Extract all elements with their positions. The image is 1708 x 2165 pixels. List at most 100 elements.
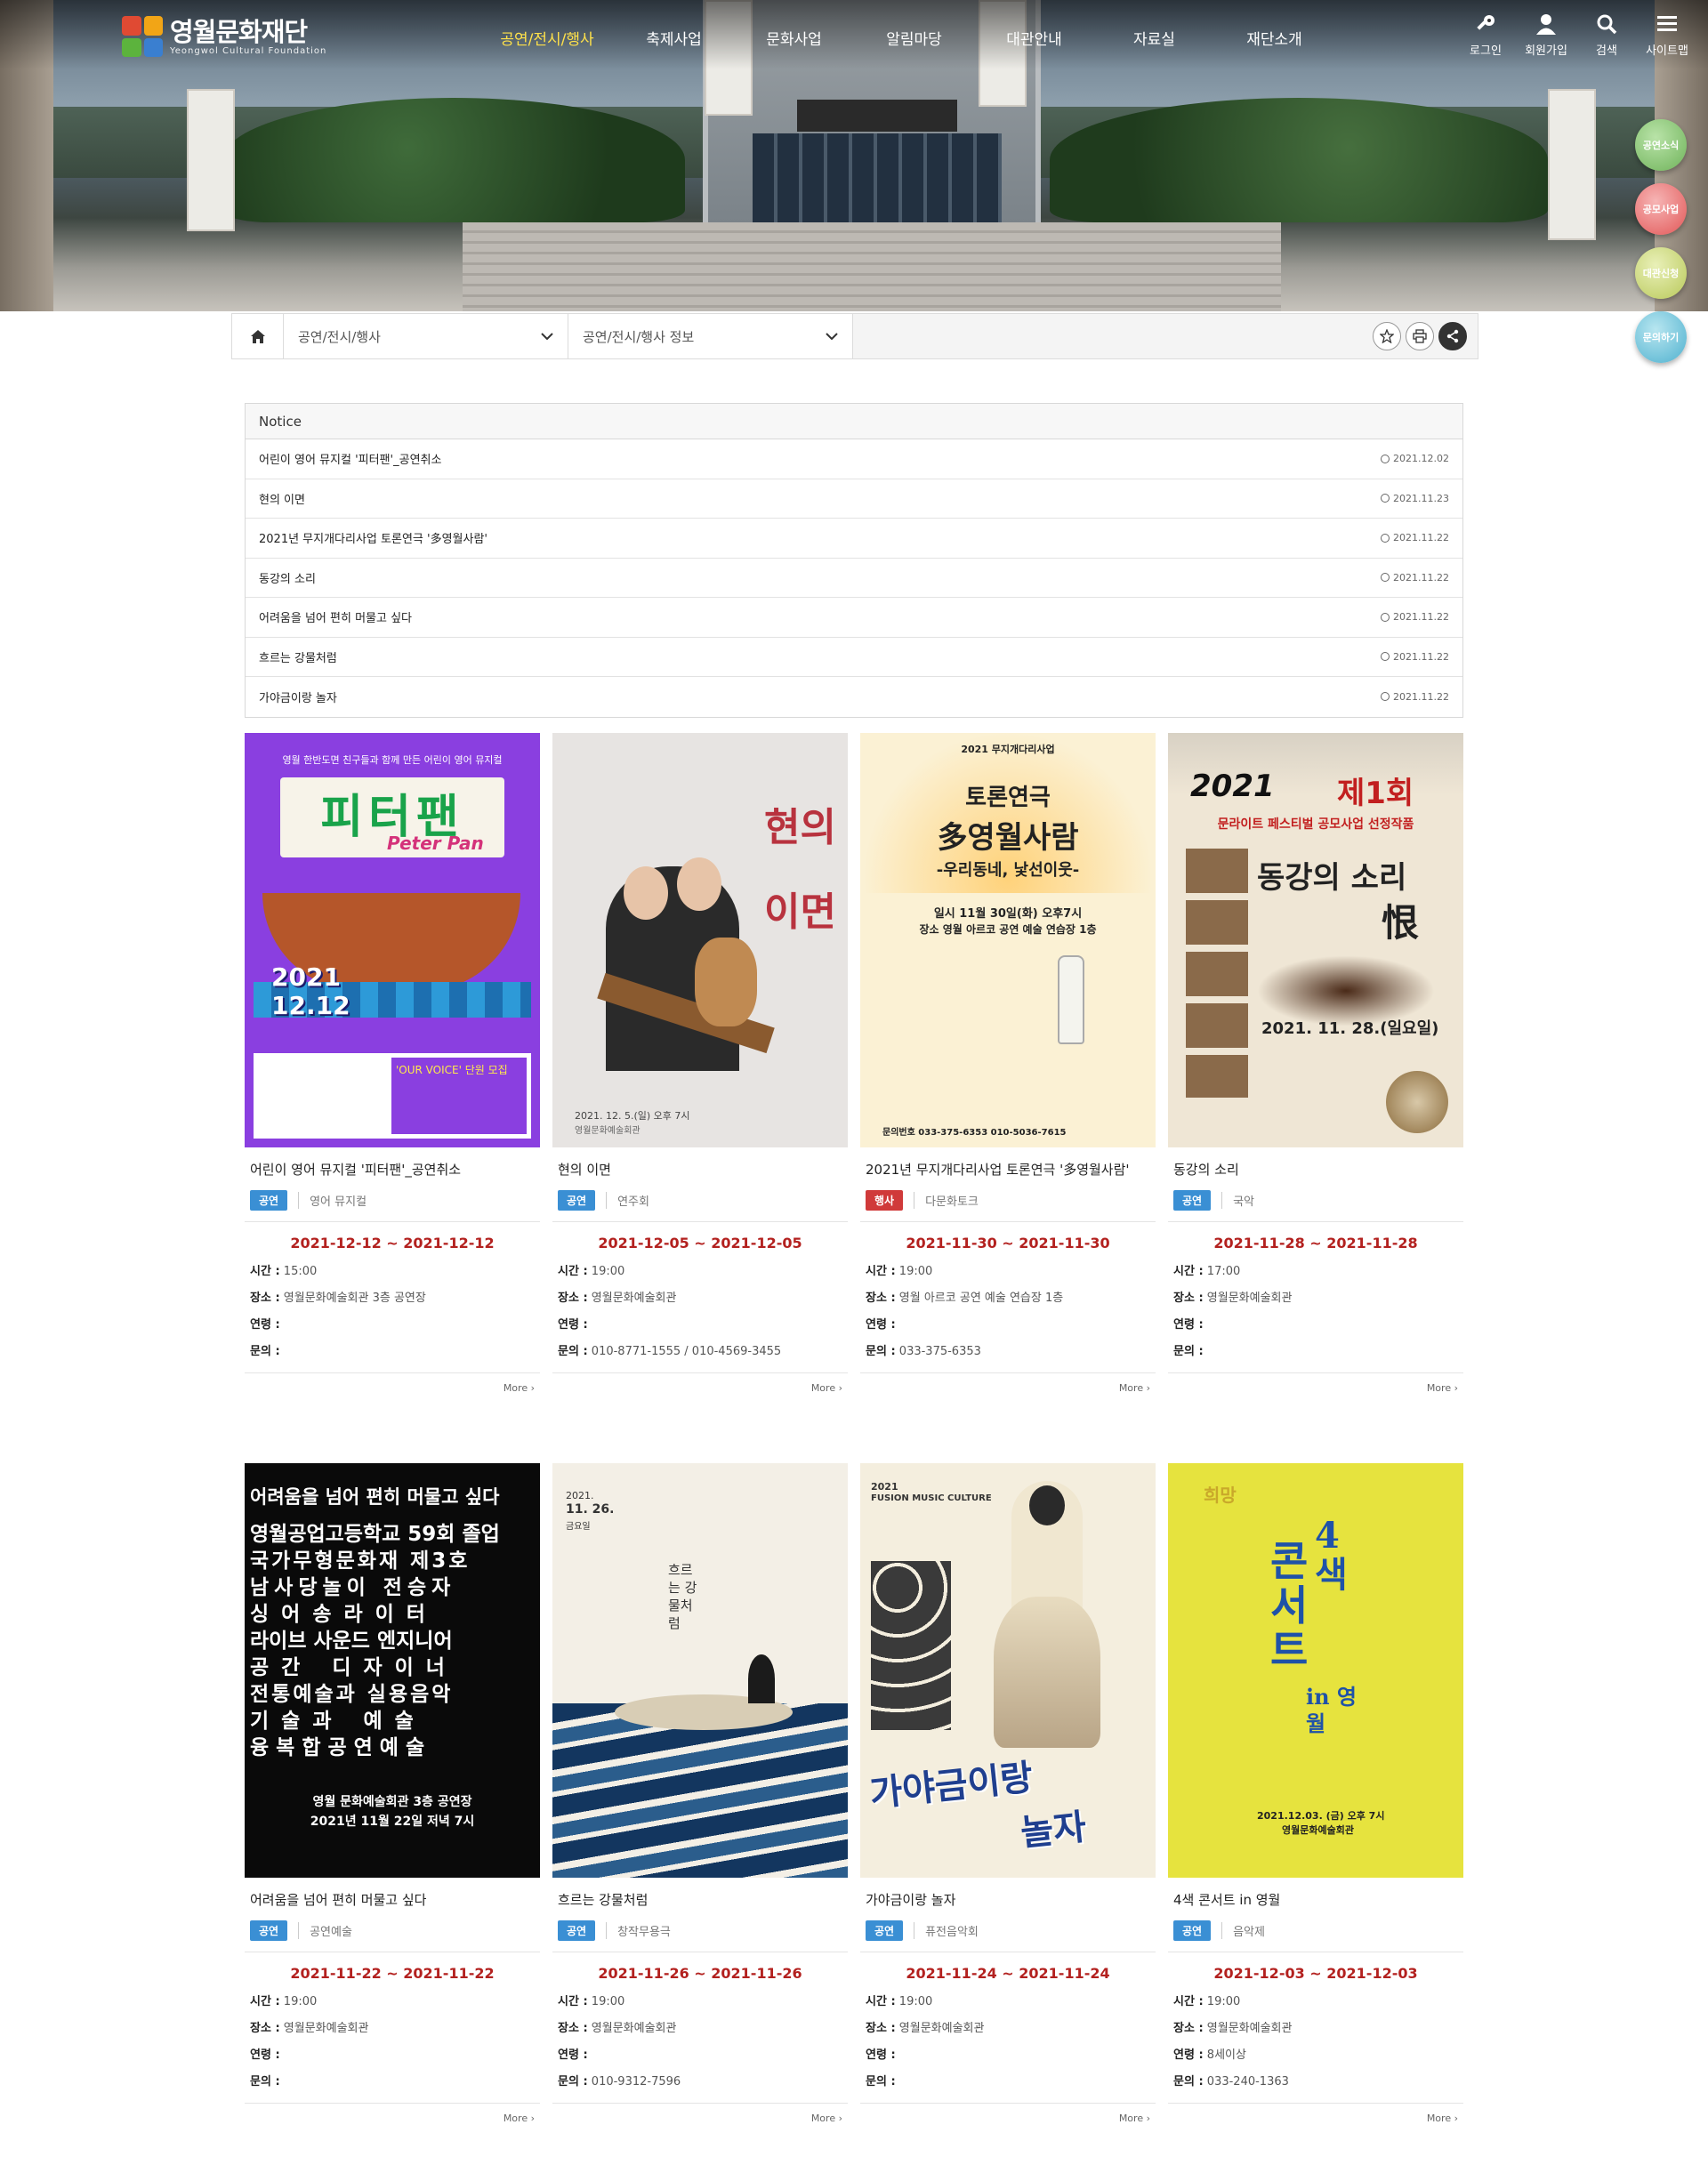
depth1-select[interactable]: 공연/전시/행사 <box>284 314 568 358</box>
chevron-down-icon <box>541 332 553 340</box>
quick-rental-apply[interactable]: 대관신청 <box>1635 247 1687 299</box>
genre-label: 영어 뮤지컬 <box>298 1192 367 1209</box>
genre-label: 퓨전음악회 <box>914 1922 979 1939</box>
quick-open-call[interactable]: 공모사업 <box>1635 183 1687 235</box>
event-period: 2021-12-05 ~ 2021-12-05 <box>598 1235 802 1252</box>
share-button[interactable] <box>1438 322 1467 350</box>
event-card: 영월 한반도면 친구들과 함께 만든 어린이 영어 뮤지컬 피터팬 Peter … <box>245 733 540 1394</box>
event-contact: 033-240-1363 <box>1206 2075 1289 2089</box>
event-poster[interactable]: 2021 제1회 문라이트 페스티벌 공모사업 선정작품 동강의 소리 恨 20… <box>1168 733 1463 1147</box>
event-age: 8세이상 <box>1206 2048 1246 2062</box>
sitemap-button[interactable]: 사이트맵 <box>1637 12 1697 58</box>
search-button[interactable]: 검색 <box>1576 12 1637 58</box>
event-title[interactable]: 어려움을 넘어 편히 머물고 싶다 <box>245 1890 540 1910</box>
event-time: 15:00 <box>283 1265 318 1278</box>
category-badge: 공연 <box>866 1920 904 1941</box>
notice-row[interactable]: 흐르는 강물처럼 2021.11.22 <box>246 638 1462 677</box>
more-link[interactable]: More › <box>1168 1372 1463 1394</box>
depth2-select[interactable]: 공연/전시/행사 정보 <box>568 314 853 358</box>
more-link[interactable]: More › <box>552 1372 848 1394</box>
event-card: 현의 이면 2021. 12. 5.(일) 오후 7시 영월문화예술회관 현의 … <box>552 733 848 1394</box>
event-card: 어려움을 넘어 편히 머물고 싶다 영월공업고등학교 59회 졸업 국가무형문화… <box>245 1463 540 2124</box>
nav-about[interactable]: 재단소개 <box>1214 27 1334 49</box>
event-title[interactable]: 어린이 영어 뮤지컬 '피터팬'_공연취소 <box>245 1160 540 1179</box>
notice-row[interactable]: 동강의 소리 2021.11.22 <box>246 559 1462 598</box>
logo-mark-icon <box>122 16 163 57</box>
event-period: 2021-11-26 ~ 2021-11-26 <box>598 1965 802 1982</box>
event-period: 2021-11-28 ~ 2021-11-28 <box>1213 1235 1418 1252</box>
event-place: 영월문화예술회관 <box>283 2022 369 2035</box>
nav-festival[interactable]: 축제사업 <box>614 27 734 49</box>
star-icon <box>1380 329 1394 343</box>
event-poster[interactable]: 희망 4색 콘서트 in 영월 2021.12.03. (금) 오후 7시 영월… <box>1168 1463 1463 1878</box>
notice-row[interactable]: 현의 이면 2021.11.23 <box>246 479 1462 519</box>
genre-label: 국악 <box>1221 1192 1254 1209</box>
event-title[interactable]: 4색 콘서트 in 영월 <box>1168 1890 1463 1910</box>
category-badge: 공연 <box>558 1920 596 1941</box>
utility-menu: 로그인 회원가입 검색 사이트맵 <box>1455 12 1697 58</box>
notice-row[interactable]: 어려움을 넘어 편히 머물고 싶다 2021.11.22 <box>246 598 1462 638</box>
clock-icon <box>1381 533 1390 543</box>
nav-notice[interactable]: 알림마당 <box>854 27 974 49</box>
notice-row[interactable]: 2021년 무지개다리사업 토론연극 '多영월사람' 2021.11.22 <box>246 519 1462 559</box>
user-icon <box>1536 14 1556 35</box>
event-poster[interactable]: 2021. 11. 26. 금요일 흐르는 강물처럼 <box>552 1463 848 1878</box>
notice-row[interactable]: 어린이 영어 뮤지컬 '피터팬'_공연취소 2021.12.02 <box>246 439 1462 479</box>
nav-rental[interactable]: 대관안내 <box>974 27 1094 49</box>
event-contact: 033-375-6353 <box>898 1345 981 1358</box>
event-period: 2021-12-12 ~ 2021-12-12 <box>290 1235 495 1252</box>
genre-label: 연주회 <box>606 1192 649 1209</box>
print-button[interactable] <box>1406 322 1434 350</box>
search-icon <box>1597 14 1617 35</box>
quick-inquiry[interactable]: 문의하기 <box>1635 311 1687 363</box>
more-link[interactable]: More › <box>245 1372 540 1394</box>
event-title[interactable]: 현의 이면 <box>552 1160 848 1179</box>
category-badge: 공연 <box>250 1190 288 1211</box>
event-poster[interactable]: 어려움을 넘어 편히 머물고 싶다 영월공업고등학교 59회 졸업 국가무형문화… <box>245 1463 540 1878</box>
nav-archive[interactable]: 자료실 <box>1094 27 1214 49</box>
login-button[interactable]: 로그인 <box>1455 12 1516 58</box>
event-place: 영월문화예술회관 <box>591 2022 677 2035</box>
event-poster[interactable]: 영월 한반도면 친구들과 함께 만든 어린이 영어 뮤지컬 피터팬 Peter … <box>245 733 540 1147</box>
event-title[interactable]: 가야금이랑 놀자 <box>860 1890 1156 1910</box>
event-time: 19:00 <box>898 1265 933 1278</box>
event-time: 19:00 <box>591 1995 625 2008</box>
genre-label: 음악제 <box>1221 1922 1265 1939</box>
key-icon <box>1477 15 1494 30</box>
nav-culture[interactable]: 문화사업 <box>734 27 854 49</box>
notice-title: Notice <box>246 404 1462 439</box>
event-place: 영월문화예술회관 3층 공연장 <box>283 1292 426 1305</box>
event-place: 영월문화예술회관 <box>1206 2022 1293 2035</box>
chevron-down-icon <box>826 332 838 340</box>
quick-menu: 공연소식 공모사업 대관신청 문의하기 <box>1635 119 1690 375</box>
category-badge: 행사 <box>866 1190 904 1211</box>
more-link[interactable]: More › <box>552 2103 848 2124</box>
site-logo[interactable]: 영월문화재단 Yeongwol Cultural Foundation <box>122 16 326 57</box>
notice-row[interactable]: 가야금이랑 놀자 2021.11.22 <box>246 677 1462 717</box>
category-badge: 공연 <box>250 1920 288 1941</box>
favorite-button[interactable] <box>1373 322 1401 350</box>
event-poster[interactable]: 2021 무지개다리사업 토론연극 多영월사람 -우리동네, 낯선이웃- 일시 … <box>860 733 1156 1147</box>
home-button[interactable] <box>232 314 284 358</box>
event-poster[interactable]: 2021 FUSION MUSIC CULTURE 가야금이랑 놀자 <box>860 1463 1156 1878</box>
logo-subtext: Yeongwol Cultural Foundation <box>170 45 327 56</box>
clock-icon <box>1381 573 1390 583</box>
share-icon <box>1446 329 1459 343</box>
event-grid-row-1: 영월 한반도면 친구들과 함께 만든 어린이 영어 뮤지컬 피터팬 Peter … <box>245 733 1463 1394</box>
event-time: 19:00 <box>591 1265 625 1278</box>
nav-performance[interactable]: 공연/전시/행사 <box>480 27 614 49</box>
event-contact: 010-8771-1555 / 010-4569-3455 <box>591 1345 782 1358</box>
signup-button[interactable]: 회원가입 <box>1516 12 1576 58</box>
event-poster[interactable]: 현의 이면 2021. 12. 5.(일) 오후 7시 영월문화예술회관 <box>552 733 848 1147</box>
quick-performance-news[interactable]: 공연소식 <box>1635 119 1687 171</box>
more-link[interactable]: More › <box>860 2103 1156 2124</box>
more-link[interactable]: More › <box>1168 2103 1463 2124</box>
event-title[interactable]: 2021년 무지개다리사업 토론연극 '多영월사람' <box>860 1160 1156 1179</box>
clock-icon <box>1381 494 1390 503</box>
more-link[interactable]: More › <box>245 2103 540 2124</box>
more-link[interactable]: More › <box>860 1372 1156 1394</box>
genre-label: 창작무용극 <box>606 1922 671 1939</box>
event-title[interactable]: 흐르는 강물처럼 <box>552 1890 848 1910</box>
event-title[interactable]: 동강의 소리 <box>1168 1160 1463 1179</box>
category-badge: 공연 <box>1173 1190 1212 1211</box>
